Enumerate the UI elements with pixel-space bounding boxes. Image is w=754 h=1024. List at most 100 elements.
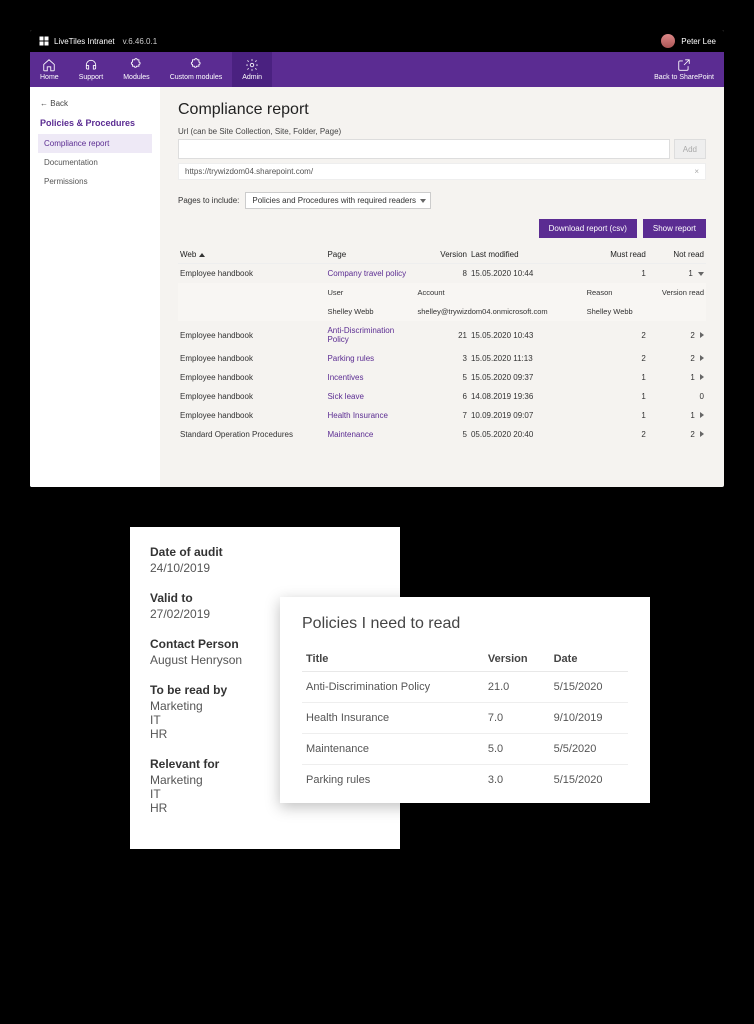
pol-title: Parking rules [302, 765, 484, 796]
chevron-right-icon [700, 355, 704, 361]
table-row[interactable]: Standard Operation ProceduresMaintenance… [178, 425, 706, 444]
page-link[interactable]: Maintenance [327, 430, 373, 439]
meta-value: 24/10/2019 [150, 561, 380, 575]
menu-custom-modules[interactable]: Custom modules [160, 52, 233, 87]
sidebar-item-permissions[interactable]: Permissions [38, 172, 152, 191]
menu-home[interactable]: Home [30, 52, 69, 87]
avatar [661, 34, 675, 48]
cards-area: Date of audit24/10/2019Valid to27/02/201… [130, 527, 754, 967]
pol-title: Maintenance [302, 734, 484, 765]
table-row[interactable]: Employee handbookHealth Insurance 710.09.… [178, 406, 706, 425]
external-icon [677, 58, 691, 72]
download-button[interactable]: Download report (csv) [539, 219, 637, 238]
pol-date: 9/10/2019 [550, 703, 628, 734]
cell-last: 10.09.2019 09:07 [469, 406, 585, 425]
col-web[interactable]: Web [178, 246, 325, 264]
page-link[interactable]: Anti-Discrimination Policy [327, 326, 394, 344]
list-item[interactable]: Maintenance5.05/5/2020 [302, 734, 628, 765]
menu-support[interactable]: Support [69, 52, 114, 87]
cell-version: 21 [415, 321, 469, 349]
cell-version: 3 [415, 349, 469, 368]
url-input[interactable] [178, 139, 670, 159]
cell-web: Employee handbook [178, 406, 325, 425]
page-link[interactable]: Health Insurance [327, 411, 387, 420]
page-link[interactable]: Parking rules [327, 354, 374, 363]
sub-col-reason: Reason [585, 283, 648, 302]
list-item[interactable]: Parking rules3.05/15/2020 [302, 765, 628, 796]
back-link[interactable]: ← Back [38, 95, 152, 112]
gear-icon [245, 58, 259, 72]
cell-last: 05.05.2020 20:40 [469, 425, 585, 444]
chevron-right-icon [700, 332, 704, 338]
cell-page: Maintenance [325, 425, 415, 444]
url-tag: https://trywizdom04.sharepoint.com/ × [178, 163, 706, 180]
col-last[interactable]: Last modified [469, 246, 585, 264]
pol-title: Anti-Discrimination Policy [302, 672, 484, 703]
menu-admin[interactable]: Admin [232, 52, 272, 87]
table-row[interactable]: Employee handbookSick leave614.08.2019 1… [178, 387, 706, 406]
table-row[interactable]: Employee handbookCompany travel policy 81… [178, 264, 706, 284]
close-icon[interactable]: × [694, 167, 699, 176]
page-link[interactable]: Sick leave [327, 392, 363, 401]
cell-page: Anti-Discrimination Policy [325, 321, 415, 349]
chevron-down-icon [698, 272, 704, 276]
cell-last: 14.08.2019 19:36 [469, 387, 585, 406]
pol-title: Health Insurance [302, 703, 484, 734]
pol-version: 7.0 [484, 703, 550, 734]
add-button[interactable]: Add [674, 139, 706, 159]
table-row[interactable]: Employee handbookParking rules315.05.202… [178, 349, 706, 368]
cell-last: 15.05.2020 09:37 [469, 368, 585, 387]
topbar: LiveTiles Intranet v.6.46.0.1 Peter Lee [30, 30, 724, 52]
pol-version: 21.0 [484, 672, 550, 703]
cell-not: 1 [648, 406, 706, 425]
meta-section: Date of audit24/10/2019 [150, 545, 380, 575]
report-table: Web Page Version Last modified Must read… [178, 246, 706, 444]
user-chip[interactable]: Peter Lee [661, 34, 716, 48]
page-link[interactable]: Company travel policy [327, 269, 406, 278]
cell-version: 8 [415, 264, 469, 284]
cell-web: Employee handbook [178, 349, 325, 368]
cell-web: Employee handbook [178, 264, 325, 284]
url-tag-text: https://trywizdom04.sharepoint.com/ [185, 167, 313, 176]
headset-icon [84, 58, 98, 72]
list-item[interactable]: Anti-Discrimination Policy21.05/15/2020 [302, 672, 628, 703]
col-version[interactable]: Version [415, 246, 469, 264]
table-row[interactable]: Employee handbookAnti-Discrimination Pol… [178, 321, 706, 349]
cell-must: 1 [585, 387, 648, 406]
sub-reason: Shelley Webb [585, 302, 648, 321]
chevron-right-icon [700, 431, 704, 437]
pol-date: 5/15/2020 [550, 672, 628, 703]
cell-page: Incentives [325, 368, 415, 387]
cell-version: 5 [415, 425, 469, 444]
cell-not: 1 [648, 368, 706, 387]
list-item[interactable]: Health Insurance7.09/10/2019 [302, 703, 628, 734]
policies-card: Policies I need to read Title Version Da… [280, 597, 650, 803]
sidebar-item-compliance[interactable]: Compliance report [38, 134, 152, 153]
page-link[interactable]: Incentives [327, 373, 363, 382]
show-button[interactable]: Show report [643, 219, 706, 238]
menu-modules-label: Modules [123, 74, 149, 81]
sidebar-title: Policies & Procedures [38, 112, 152, 134]
cell-last: 15.05.2020 10:44 [469, 264, 585, 284]
url-label: Url (can be Site Collection, Site, Folde… [178, 127, 706, 136]
col-not[interactable]: Not read [648, 246, 706, 264]
pages-dropdown[interactable]: Policies and Procedures with required re… [245, 192, 431, 209]
page-title: Compliance report [178, 101, 706, 119]
puzzle-alt-icon [189, 58, 203, 72]
main-panel: Compliance report Url (can be Site Colle… [160, 87, 724, 487]
cell-page: Sick leave [325, 387, 415, 406]
col-must[interactable]: Must read [585, 246, 648, 264]
cell-must: 2 [585, 321, 648, 349]
sidebar-item-documentation[interactable]: Documentation [38, 153, 152, 172]
policies-title: Policies I need to read [302, 615, 628, 633]
table-row[interactable]: Employee handbookIncentives515.05.2020 0… [178, 368, 706, 387]
col-page[interactable]: Page [325, 246, 415, 264]
cell-version: 5 [415, 368, 469, 387]
brand-text: LiveTiles Intranet [54, 37, 115, 46]
menu-modules[interactable]: Modules [113, 52, 159, 87]
sort-asc-icon [199, 253, 205, 257]
cell-version: 7 [415, 406, 469, 425]
pol-col-date: Date [550, 647, 628, 672]
app-window: LiveTiles Intranet v.6.46.0.1 Peter Lee … [30, 30, 724, 487]
menu-back-sharepoint[interactable]: Back to SharePoint [644, 52, 724, 87]
